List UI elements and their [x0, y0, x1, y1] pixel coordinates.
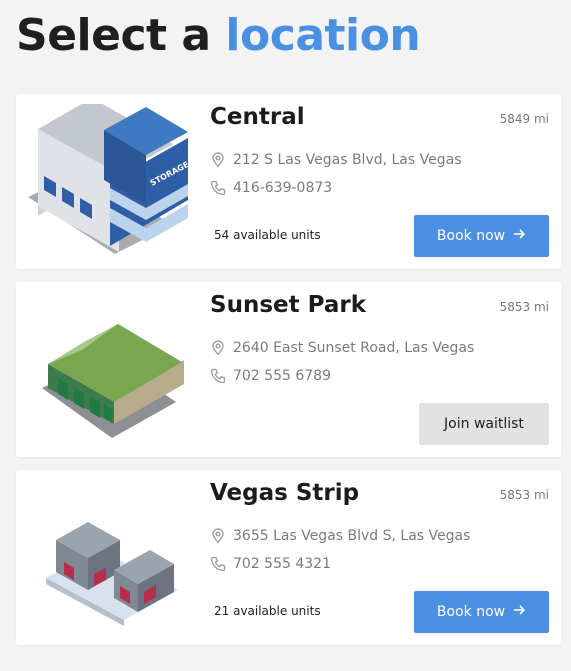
- location-image-sunset-park: [24, 292, 194, 447]
- book-now-label: Book now: [436, 228, 506, 244]
- available-units: 54 available units: [214, 228, 321, 242]
- address-row: 2640 East Sunset Road, Las Vegas: [210, 340, 474, 356]
- address-row: 3655 Las Vegas Blvd S, Las Vegas: [210, 528, 470, 544]
- address-row: 212 S Las Vegas Blvd, Las Vegas: [210, 152, 462, 168]
- map-pin-icon: [210, 152, 226, 168]
- book-now-button[interactable]: Book now: [414, 591, 549, 633]
- phone-icon: [210, 180, 226, 196]
- location-phone[interactable]: 416-639-0873: [233, 180, 332, 196]
- map-pin-icon: [210, 340, 226, 356]
- location-address: 3655 Las Vegas Blvd S, Las Vegas: [233, 528, 471, 544]
- location-name: Vegas Strip: [210, 480, 360, 506]
- title-accent: location: [225, 10, 421, 61]
- location-image-central: STORAGE: [24, 98, 194, 259]
- map-pin-icon: [210, 528, 226, 544]
- location-distance: 5853 mi: [499, 300, 549, 314]
- location-name: Central: [210, 104, 305, 130]
- location-phone[interactable]: 702 555 4321: [233, 556, 331, 572]
- title-prefix: Select a: [16, 10, 211, 61]
- location-card-sunset-park[interactable]: Sunset Park 5853 mi 2640 East Sunset Roa…: [16, 282, 561, 457]
- location-distance: 5849 mi: [499, 112, 549, 126]
- book-now-label: Book now: [436, 604, 506, 620]
- phone-row: 416-639-0873: [210, 180, 332, 196]
- page-title: Select a location: [16, 10, 421, 62]
- phone-row: 702 555 6789: [210, 368, 331, 384]
- location-name: Sunset Park: [210, 292, 367, 318]
- arrow-right-icon: [512, 227, 526, 245]
- location-phone[interactable]: 702 555 6789: [233, 368, 331, 384]
- phone-icon: [210, 368, 226, 384]
- join-waitlist-button[interactable]: Join waitlist: [419, 403, 549, 445]
- location-address: 212 S Las Vegas Blvd, Las Vegas: [233, 152, 462, 168]
- location-image-vegas-strip: [24, 480, 194, 635]
- arrow-right-icon: [512, 603, 526, 621]
- location-card-vegas-strip[interactable]: Vegas Strip 5853 mi 3655 Las Vegas Blvd …: [16, 470, 561, 645]
- join-waitlist-label: Join waitlist: [444, 416, 524, 432]
- book-now-button[interactable]: Book now: [414, 215, 549, 257]
- location-distance: 5853 mi: [499, 488, 549, 502]
- phone-icon: [210, 556, 226, 572]
- available-units: 21 available units: [214, 604, 321, 618]
- location-card-central[interactable]: STORAGE Central 5849 mi 212 S Las Vegas …: [16, 94, 561, 269]
- phone-row: 702 555 4321: [210, 556, 331, 572]
- location-address: 2640 East Sunset Road, Las Vegas: [233, 340, 475, 356]
